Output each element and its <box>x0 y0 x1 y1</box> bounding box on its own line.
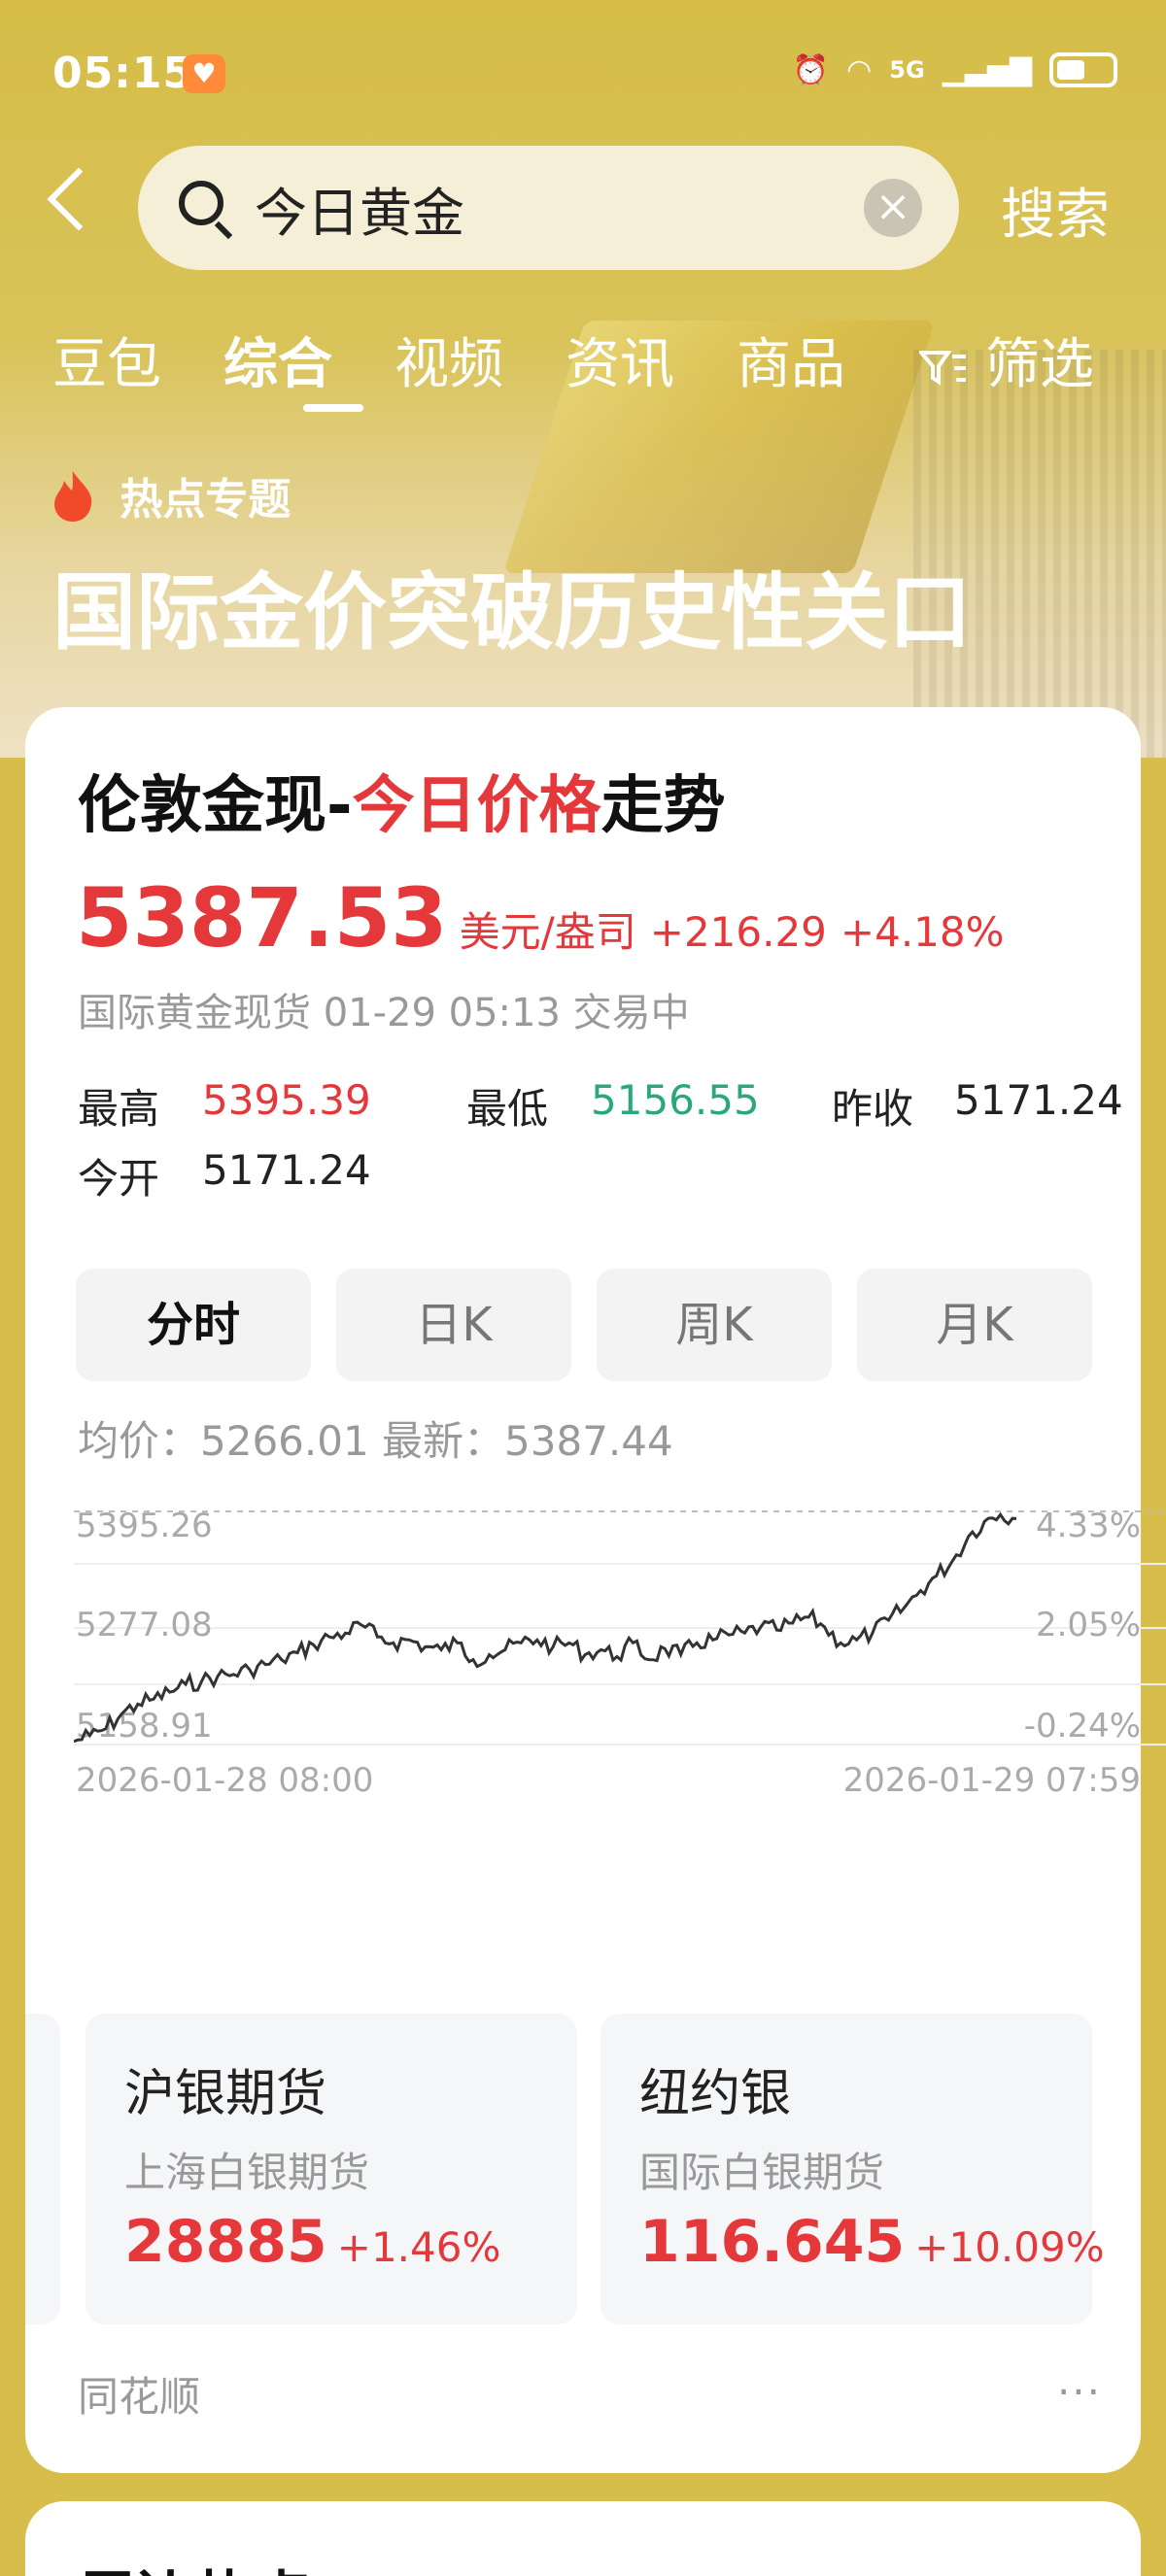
card-title-suffix: 走势 <box>600 770 726 842</box>
card-title-highlight: 今日价格 <box>352 770 601 842</box>
wifi-icon: ◠ <box>846 52 873 87</box>
quote-price: 116.645 +10.09% <box>639 2208 1105 2276</box>
prev-close-label: 昨收 <box>832 1085 914 1133</box>
next-card-title[interactable]: 周边热点 <box>78 2552 311 2576</box>
tab-weekly-k[interactable]: 周K <box>597 1269 832 1381</box>
low-label: 最低 <box>466 1085 549 1133</box>
search-icon <box>179 181 223 225</box>
prev-card-edge[interactable] <box>25 2014 60 2324</box>
battery-icon <box>1049 52 1117 87</box>
quote-price-value: 28885 <box>124 2208 327 2276</box>
app-notification-icon: ♥ <box>183 54 225 93</box>
prev-close-value: 5171.24 <box>954 1076 1123 1124</box>
tab-daily-k[interactable]: 日K <box>336 1269 571 1381</box>
data-source[interactable]: 同花顺 <box>78 2364 200 2423</box>
card-title[interactable]: 伦敦金现-今日价格走势 <box>78 756 726 845</box>
intraday-chart[interactable]: 5395.26 5277.08 5158.91 4.33% 2.05% -0.24% 202… <box>73 1504 1166 1931</box>
high-label: 最高 <box>78 1085 160 1133</box>
chart-period-tabs: 分时 日K 周K 月K <box>76 1269 1092 1381</box>
tab-intraday[interactable]: 分时 <box>76 1269 311 1381</box>
quote-card-sh-silver[interactable]: 沪银期货 上海白银期货 28885 +1.46% <box>86 2014 577 2324</box>
quote-card-ny-silver[interactable]: 纽约银 国际白银期货 116.645 +10.09% <box>600 2014 1105 2324</box>
low-value: 5156.55 <box>591 1076 760 1124</box>
card-title-prefix: 伦敦金现- <box>78 770 353 842</box>
quote-pct: +10.09% <box>914 2223 1105 2271</box>
tab-comprehensive[interactable]: 综合 <box>223 321 332 399</box>
tab-filter-label: 筛选 <box>984 333 1094 396</box>
tab-news[interactable]: 资讯 <box>566 321 674 399</box>
price-unit: 美元/盎司 <box>459 908 636 956</box>
y-pct-tick-label: 2.05% <box>1036 1606 1141 1644</box>
chart-labels: 5395.26 5277.08 5158.91 4.33% 2.05% -0.24% 202… <box>76 1507 1141 1800</box>
filter-icon <box>919 350 966 386</box>
quote-desc: 上海白银期货 <box>124 2149 370 2196</box>
quote-desc: 国际白银期货 <box>639 2149 885 2196</box>
search-input[interactable] <box>255 169 838 247</box>
tab-products[interactable]: 商品 <box>737 321 845 399</box>
market-status: 国际黄金现货 01-29 05:13 交易中 <box>78 991 690 1035</box>
alarm-icon: ⏰ <box>792 52 830 87</box>
result-tabs: 豆包 综合 视频 资讯 商品 筛选 <box>52 321 1131 418</box>
search-bar[interactable]: × <box>138 146 959 270</box>
y-tick-label: 5158.91 <box>76 1707 213 1746</box>
open-label: 今开 <box>78 1155 160 1203</box>
avg-latest-line: 均价：5266.01 最新：5387.44 <box>78 1417 673 1465</box>
chart-svg: 5395.26 5277.08 5158.91 4.33% 2.05% -0.24% 202… <box>73 1507 1166 1800</box>
y-tick-label: 5277.08 <box>76 1606 213 1644</box>
current-price: 5387.53 <box>76 870 448 966</box>
hot-topic-title[interactable]: 国际金价突破历史性关口 <box>52 544 972 665</box>
signal-label: 5G <box>889 56 925 84</box>
x-tick-label: 2026-01-28 08:00 <box>76 1761 373 1800</box>
flame-icon <box>54 471 92 522</box>
hot-topic-tag[interactable]: 热点专题 <box>51 464 291 526</box>
status-bar: 05:15 ♥ ⏰ ◠ 5G ▁▃▅▇ <box>0 39 1166 107</box>
tab-doubao[interactable]: 豆包 <box>52 321 161 399</box>
price-change-pct: +4.18% <box>840 908 1005 956</box>
next-card: 周边热点 <box>25 2501 1141 2576</box>
search-button[interactable]: 搜索 <box>1001 171 1110 250</box>
quote-price: 28885 +1.46% <box>124 2208 500 2276</box>
x-tick-label: 2026-01-29 07:59 <box>843 1761 1141 1800</box>
quote-name: 纽约银 <box>639 2065 792 2123</box>
chart-grid <box>74 1510 1166 1746</box>
related-quotes: 沪银期货 上海白银期货 28885 +1.46% 纽约银 国际白银期货 116.6… <box>25 2014 1141 2324</box>
status-time: 05:15 <box>52 49 194 98</box>
tab-monthly-k[interactable]: 月K <box>857 1269 1092 1381</box>
quote-pct: +1.46% <box>336 2223 501 2271</box>
signal-icon: ▁▃▅▇ <box>942 52 1032 87</box>
quote-name: 沪银期货 <box>124 2065 327 2123</box>
price-change: +216.29 <box>649 908 827 956</box>
hot-topic-label: 热点专题 <box>120 475 292 525</box>
y-pct-tick-label: -0.24% <box>1024 1707 1141 1746</box>
tab-video[interactable]: 视频 <box>394 321 503 399</box>
clear-icon[interactable]: × <box>864 179 922 237</box>
status-icons: ⏰ ◠ 5G ▁▃▅▇ <box>793 52 1117 87</box>
more-icon[interactable]: ··· <box>1057 2368 1102 2416</box>
quote-price-value: 116.645 <box>639 2208 906 2276</box>
gold-price-card: 伦敦金现-今日价格走势 5387.53 美元/盎司 +216.29 +4.18%… <box>25 707 1166 2473</box>
y-pct-tick-label: 4.33% <box>1036 1507 1141 1545</box>
y-tick-label: 5395.26 <box>76 1507 213 1545</box>
price-row: 5387.53 美元/盎司 +216.29 +4.18% <box>76 870 1005 966</box>
open-value: 5171.24 <box>202 1146 371 1194</box>
active-tab-indicator <box>303 404 363 412</box>
high-value: 5395.39 <box>202 1076 371 1124</box>
tab-filter[interactable]: 筛选 <box>919 321 1094 399</box>
price-stats: 最高 5395.39 最低 5156.55 昨收 5171.24 今开 5171… <box>78 1076 1127 1216</box>
